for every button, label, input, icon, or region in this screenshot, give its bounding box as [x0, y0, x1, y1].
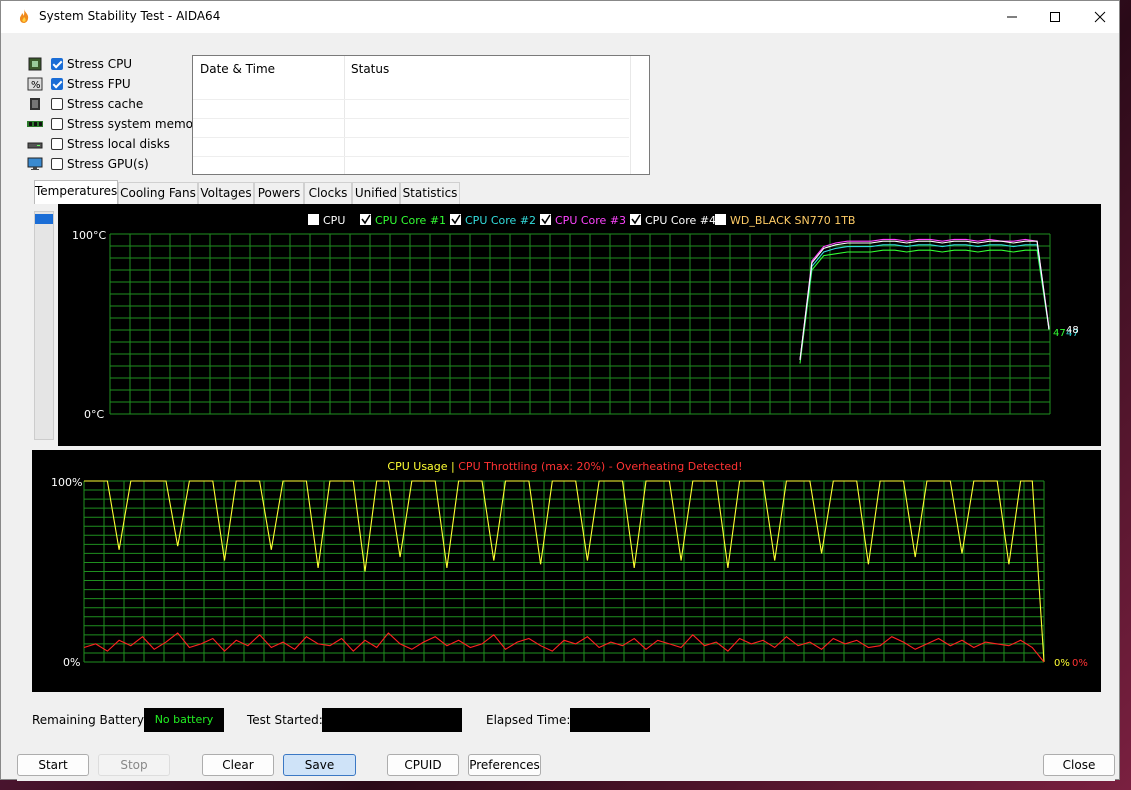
- fpu-percent-icon: %: [27, 77, 43, 91]
- stress-option-row[interactable]: Stress CPU: [27, 54, 132, 74]
- stress-checkbox[interactable]: [51, 98, 63, 110]
- battery-value: No battery: [144, 708, 224, 732]
- battery-label: Remaining Battery:: [32, 713, 148, 727]
- tab-powers[interactable]: Powers: [254, 182, 304, 204]
- minimize-button[interactable]: [989, 1, 1035, 33]
- cpu-usage-title: CPU Usage: [387, 460, 451, 473]
- flame-icon: [19, 9, 29, 23]
- y-axis-min-label: 0%: [63, 656, 80, 669]
- stress-option-row[interactable]: Stress system memory: [27, 114, 205, 134]
- minimize-icon: [1007, 16, 1017, 18]
- y-axis-max-label: 100°C: [72, 229, 106, 242]
- legend-label: CPU Core #3: [555, 214, 626, 227]
- stress-option-row[interactable]: Stress cache: [27, 94, 143, 114]
- scrollbar-thumb[interactable]: [35, 214, 53, 224]
- close-window-button[interactable]: [1077, 1, 1123, 33]
- legend-label: WD_BLACK SN770 1TB: [730, 214, 855, 227]
- stress-checkbox[interactable]: [51, 78, 63, 90]
- elapsed-time-label: Elapsed Time:: [486, 713, 571, 727]
- legend-label: CPU Core #2: [465, 214, 536, 227]
- stress-option-row[interactable]: Stress GPU(s): [27, 154, 149, 174]
- close-button[interactable]: Close: [1043, 754, 1115, 776]
- tab-unified[interactable]: Unified: [352, 182, 400, 204]
- tab-cooling-fans[interactable]: Cooling Fans: [118, 182, 198, 204]
- tab-statistics[interactable]: Statistics: [400, 182, 460, 204]
- cpu-usage-grid: [83, 480, 1045, 663]
- start-button[interactable]: Start: [17, 754, 89, 776]
- stress-option-label: Stress local disks: [67, 137, 170, 151]
- stress-checkbox[interactable]: [51, 58, 63, 70]
- legend-checkbox[interactable]: [715, 214, 726, 225]
- disk-drive-icon: [27, 142, 43, 149]
- y-axis-min-label: 0°C: [84, 408, 104, 421]
- tab-temperatures[interactable]: Temperatures: [34, 180, 118, 204]
- cpu-usage-chart-svg: CPU Usage | CPU Throttling (max: 20%) - …: [51, 460, 1088, 669]
- end-value-core4: 48: [1066, 325, 1079, 336]
- cpu-chip-icon: [28, 57, 42, 71]
- save-button[interactable]: Save: [283, 754, 356, 776]
- stress-checkbox[interactable]: [51, 118, 63, 130]
- stress-option-label: Stress FPU: [67, 77, 131, 91]
- main-window: System Stability Test - AIDA64 Stress CP…: [0, 0, 1120, 781]
- temperature-series-line: [799, 249, 1050, 364]
- client-area: Stress CPU% Stress FPU Stress cache Stress …: [17, 41, 1115, 781]
- test-started-label: Test Started:: [247, 713, 323, 727]
- memory-module-icon: [27, 121, 43, 127]
- cpu-usage-chart: CPU Usage | CPU Throttling (max: 20%) - …: [32, 450, 1101, 692]
- tab-voltages[interactable]: Voltages: [198, 182, 254, 204]
- stress-option-label: Stress system memory: [67, 117, 206, 131]
- column-header-status[interactable]: Status: [344, 56, 630, 82]
- stress-checkbox[interactable]: [51, 138, 63, 150]
- legend-label: CPU Core #4: [645, 214, 716, 227]
- title-separator: |: [451, 460, 458, 473]
- y-axis-max-label: 100%: [51, 476, 82, 489]
- end-value-usage: 0%: [1054, 658, 1070, 669]
- end-value-core1: 47: [1053, 328, 1066, 339]
- temperature-chart-svg: CPU CPU Core #1 CPU Core #2 CPU Core #3 CPU …: [72, 214, 1079, 421]
- temperature-grid: [109, 233, 1051, 415]
- stop-button[interactable]: Stop: [98, 754, 170, 776]
- cpu-throttling-title: CPU Throttling (max: 20%) - Overheating …: [458, 460, 742, 473]
- tab-clocks[interactable]: Clocks: [304, 182, 352, 204]
- temperature-series-line: [799, 244, 1050, 361]
- test-started-value: [322, 708, 462, 732]
- log-table: Date & Time Status: [192, 55, 650, 175]
- maximize-icon: [1050, 12, 1060, 22]
- legend-label: CPU Core #1: [375, 214, 446, 227]
- stress-option-label: Stress CPU: [67, 57, 133, 71]
- close-icon: [1094, 11, 1106, 23]
- clear-button[interactable]: Clear: [202, 754, 274, 776]
- maximize-button[interactable]: [1032, 1, 1078, 33]
- elapsed-time-value: [570, 708, 650, 732]
- svg-text:%: %: [31, 80, 41, 91]
- sensor-scrollbar[interactable]: [34, 211, 54, 440]
- column-header-date-time[interactable]: Date & Time: [193, 56, 344, 82]
- stress-option-row[interactable]: % Stress FPU: [27, 74, 131, 94]
- stress-option-label: Stress cache: [67, 97, 144, 111]
- monitor-icon: [27, 157, 43, 170]
- legend-label: CPU: [323, 214, 345, 227]
- cache-chip-icon: [30, 98, 40, 110]
- cpu-chart-title: CPU Usage | CPU Throttling (max: 20%) - …: [387, 460, 742, 473]
- preferences-button[interactable]: Preferences: [468, 754, 541, 776]
- stress-option-label: Stress GPU(s): [67, 157, 149, 171]
- cpuid-button[interactable]: CPUID: [387, 754, 459, 776]
- legend-checkbox[interactable]: [308, 214, 319, 225]
- title-bar: System Stability Test - AIDA64: [1, 1, 1119, 33]
- temperature-chart: CPU CPU Core #1 CPU Core #2 CPU Core #3 CPU …: [58, 204, 1101, 446]
- stress-checkbox[interactable]: [51, 158, 63, 170]
- window-title: System Stability Test - AIDA64: [39, 9, 221, 23]
- stress-option-row[interactable]: Stress local disks: [27, 134, 170, 154]
- end-value-throttle: 0%: [1072, 658, 1088, 669]
